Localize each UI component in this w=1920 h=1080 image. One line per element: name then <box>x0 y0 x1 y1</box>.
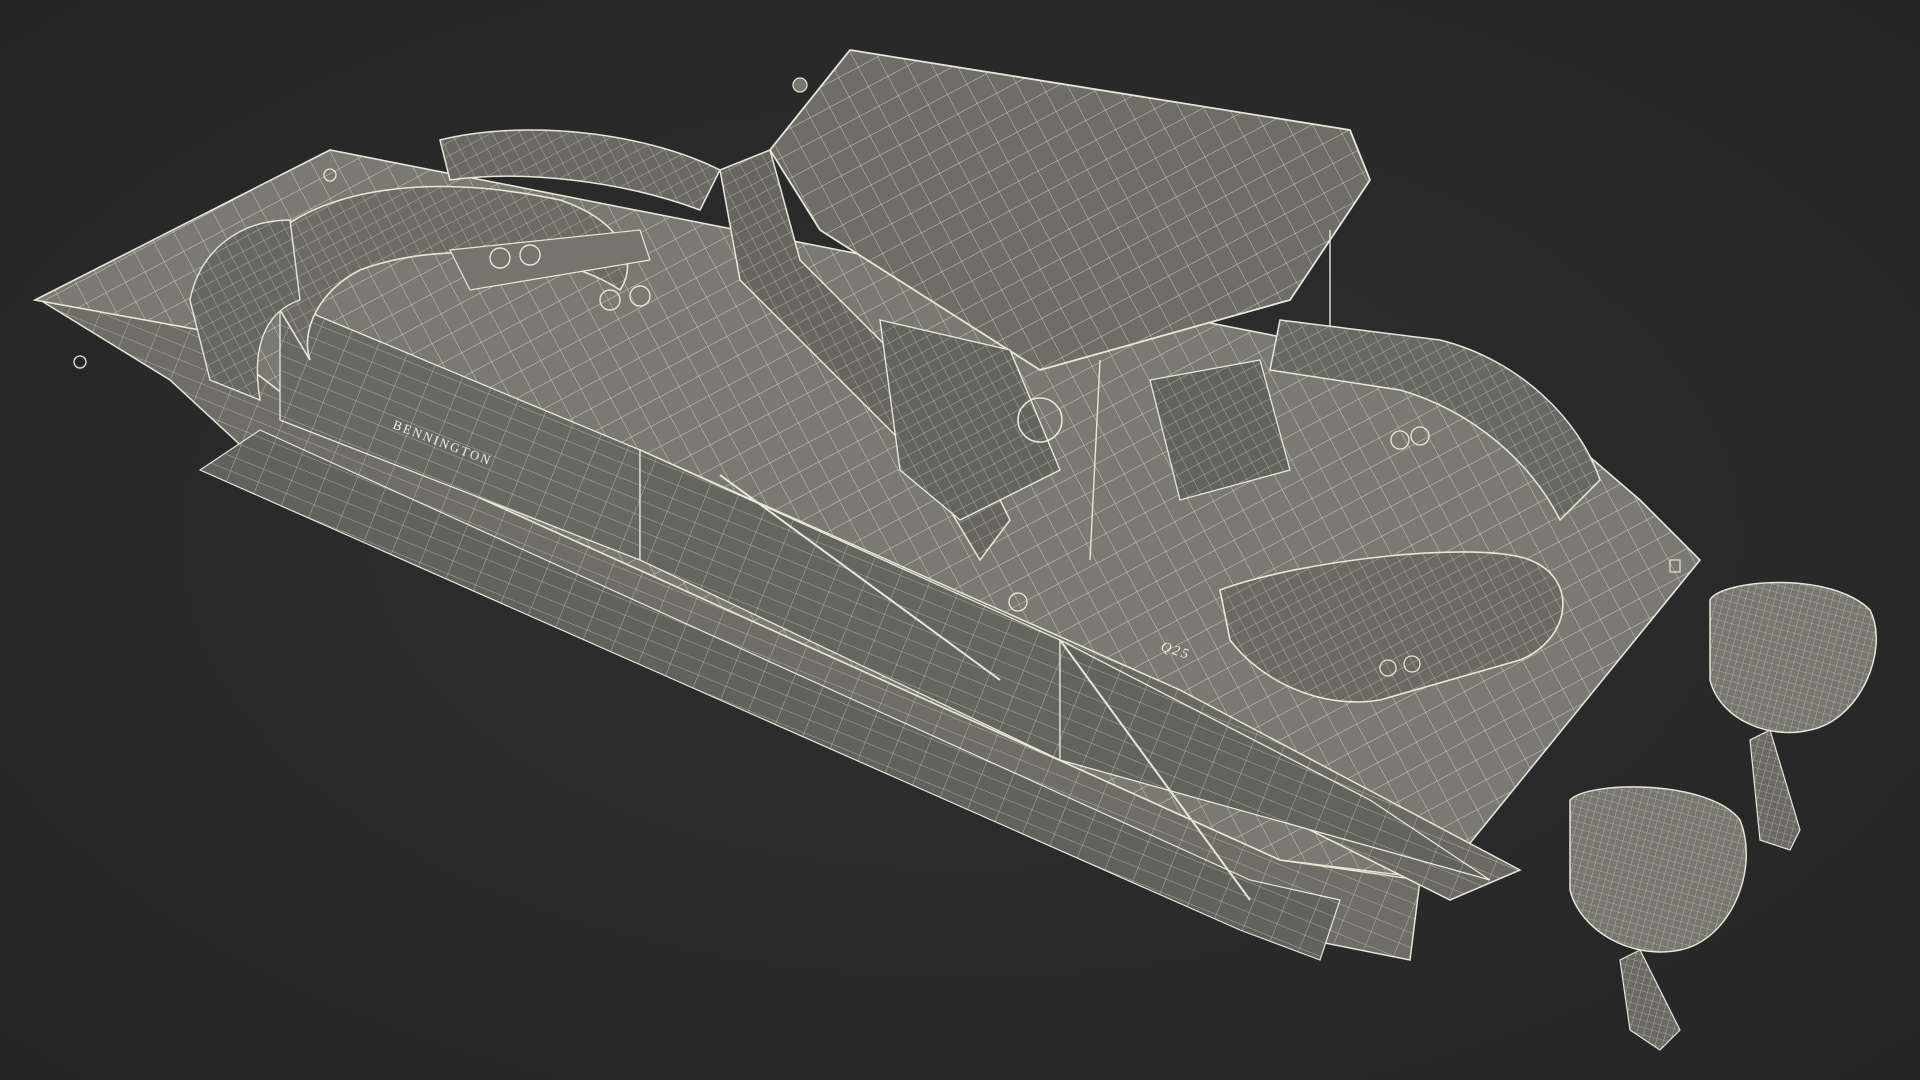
boat-wireframe-render: BENNINGTON Q25 <box>32 49 1878 1051</box>
outboard-motor-lower <box>1569 786 1748 1051</box>
render-viewport: BENNINGTON Q25 <box>0 0 1920 1080</box>
outboard-motor-upper <box>1709 581 1878 851</box>
